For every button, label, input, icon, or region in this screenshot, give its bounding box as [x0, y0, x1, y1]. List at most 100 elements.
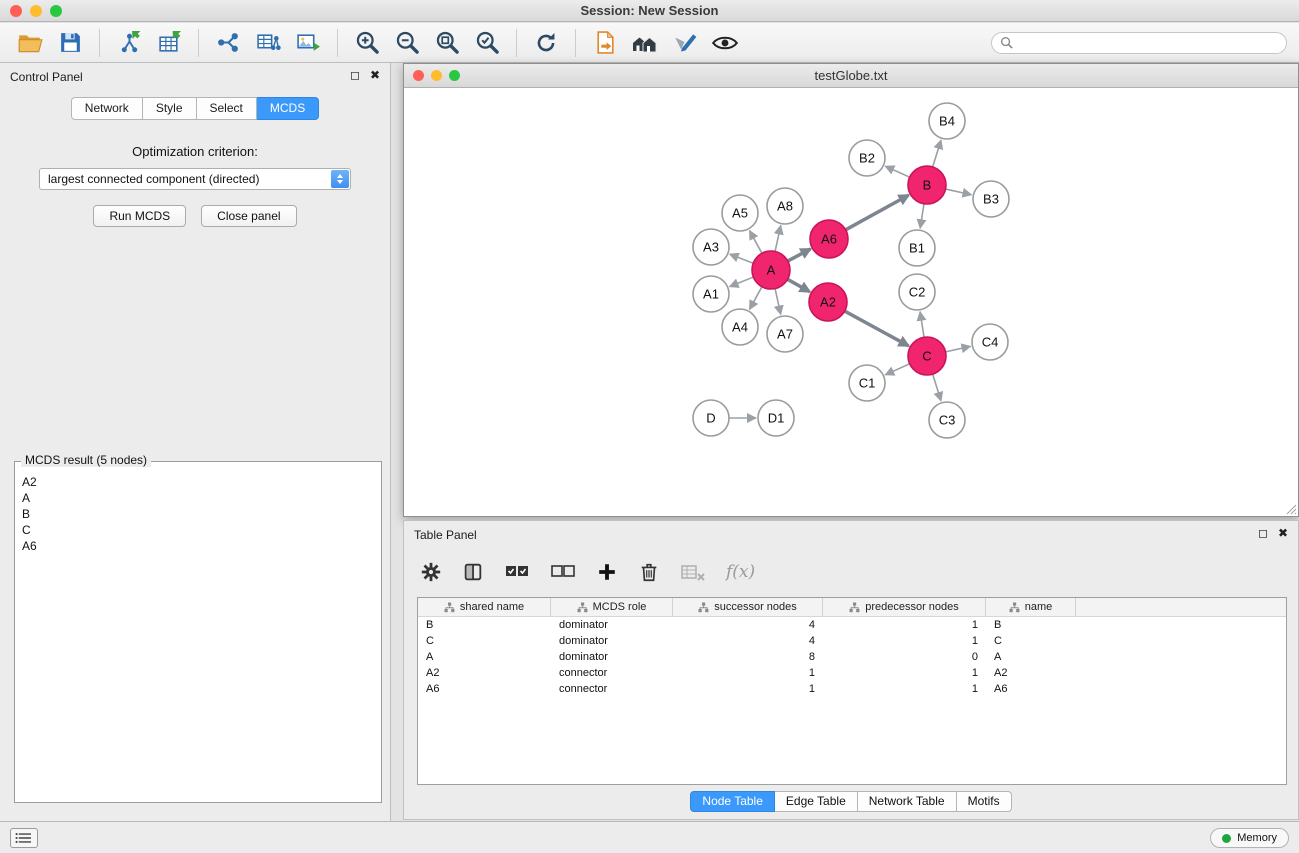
search-input[interactable] [1019, 36, 1278, 50]
function-builder-button[interactable]: f(x) [726, 562, 755, 582]
mcds-result-item[interactable]: B [22, 506, 374, 522]
table-cell[interactable]: 1 [673, 683, 823, 695]
zoom-in-button[interactable] [349, 26, 385, 60]
tab-network-table[interactable]: Network Table [858, 791, 957, 812]
table-cell[interactable]: C [418, 635, 551, 647]
annotation-mode-button[interactable] [667, 26, 703, 60]
close-window-button[interactable] [10, 5, 22, 17]
show-hide-button[interactable] [707, 26, 743, 60]
graph-edge-C-C4[interactable] [946, 346, 971, 352]
graph-edge-B-B2[interactable] [885, 166, 909, 177]
table-settings-button[interactable] [420, 561, 442, 583]
close-panel-icon[interactable]: ✖ [1278, 526, 1288, 540]
table-cell[interactable]: connector [551, 667, 673, 679]
mcds-result-item[interactable]: A6 [22, 538, 374, 554]
network-window-titlebar[interactable]: testGlobe.txt [404, 64, 1298, 88]
table-cell[interactable]: 4 [673, 635, 823, 647]
add-column-button[interactable] [596, 561, 618, 583]
close-panel-button[interactable]: Close panel [201, 205, 296, 227]
table-cell[interactable]: 1 [823, 635, 986, 647]
table-row[interactable]: A2connector11A2 [418, 665, 1286, 681]
graph-edge-A6-B[interactable] [846, 195, 909, 230]
graph-edge-C-C1[interactable] [885, 364, 909, 375]
table-cell[interactable]: 1 [823, 667, 986, 679]
tab-mcds[interactable]: MCDS [257, 97, 319, 120]
network-minimize-button[interactable] [431, 70, 442, 81]
column-header-successor-nodes[interactable]: successor nodes [673, 598, 823, 616]
float-panel-icon[interactable]: ◻ [1258, 526, 1268, 540]
column-header-name[interactable]: name [986, 598, 1076, 616]
tab-node-table[interactable]: Node Table [690, 791, 775, 812]
mcds-result-item[interactable]: A [22, 490, 374, 506]
task-history-button[interactable] [10, 828, 38, 848]
table-row[interactable]: Adominator80A [418, 649, 1286, 665]
deselect-all-button[interactable] [550, 562, 576, 582]
close-panel-icon[interactable]: ✖ [370, 68, 380, 82]
table-cell[interactable]: 1 [823, 619, 986, 631]
table-cell[interactable]: A6 [418, 683, 551, 695]
table-cell[interactable]: A [986, 651, 1076, 663]
import-network-button[interactable] [111, 26, 147, 60]
network-close-button[interactable] [413, 70, 424, 81]
table-cell[interactable]: A2 [418, 667, 551, 679]
graph-edge-A-A5[interactable] [750, 231, 762, 254]
delete-column-button[interactable] [638, 561, 660, 583]
table-cell[interactable]: dominator [551, 619, 673, 631]
network-canvas[interactable]: AA6A2BCA5A8A3A1A4A7B4B2B3B1C2C4C1C3DD1 [404, 88, 1298, 516]
network-maximize-button[interactable] [449, 70, 460, 81]
tab-style[interactable]: Style [143, 97, 197, 120]
graph-edge-A-A6[interactable] [788, 249, 811, 261]
search-box[interactable] [991, 32, 1287, 54]
graph-edge-A2-C[interactable] [845, 311, 909, 346]
table-cell[interactable]: 4 [673, 619, 823, 631]
table-cell[interactable]: 1 [823, 683, 986, 695]
table-row[interactable]: Bdominator41B [418, 617, 1286, 633]
table-cell[interactable]: B [986, 619, 1076, 631]
export-image-button[interactable] [290, 26, 326, 60]
new-network-button[interactable] [210, 26, 246, 60]
graph-edge-C-C3[interactable] [933, 374, 941, 401]
table-cell[interactable]: 8 [673, 651, 823, 663]
zoom-out-button[interactable] [389, 26, 425, 60]
table-cell[interactable]: connector [551, 683, 673, 695]
mcds-result-item[interactable]: A2 [22, 474, 374, 490]
resize-grip-icon[interactable] [1285, 503, 1297, 515]
table-cell[interactable]: C [986, 635, 1076, 647]
table-cell[interactable]: 1 [673, 667, 823, 679]
table-cell[interactable]: A6 [986, 683, 1076, 695]
select-all-button[interactable] [504, 562, 530, 582]
column-header-shared-name[interactable]: shared name [418, 598, 551, 616]
graph-edge-B-B3[interactable] [946, 189, 972, 195]
import-table-button[interactable] [151, 26, 187, 60]
maximize-window-button[interactable] [50, 5, 62, 17]
minimize-window-button[interactable] [30, 5, 42, 17]
table-row[interactable]: A6connector11A6 [418, 681, 1286, 697]
table-cell[interactable]: A [418, 651, 551, 663]
table-row[interactable]: Cdominator41C [418, 633, 1286, 649]
save-session-button[interactable] [52, 26, 88, 60]
zoom-selected-button[interactable] [469, 26, 505, 60]
tab-select[interactable]: Select [197, 97, 257, 120]
graph-edge-A-A4[interactable] [750, 287, 762, 310]
graph-edge-B-B4[interactable] [933, 140, 941, 167]
new-table-button[interactable] [250, 26, 286, 60]
refresh-button[interactable] [528, 26, 564, 60]
mcds-result-item[interactable]: C [22, 522, 374, 538]
graph-edge-A-A1[interactable] [730, 277, 754, 287]
run-mcds-button[interactable]: Run MCDS [93, 205, 186, 227]
column-selector-button[interactable] [462, 561, 484, 583]
criterion-dropdown[interactable]: largest connected component (directed) [39, 168, 351, 190]
graph-edge-A-A7[interactable] [775, 289, 781, 315]
graph-edge-A-A2[interactable] [788, 279, 810, 291]
tab-motifs[interactable]: Motifs [957, 791, 1012, 812]
graph-edge-B-B1[interactable] [920, 204, 924, 228]
table-cell[interactable]: B [418, 619, 551, 631]
float-panel-icon[interactable]: ◻ [350, 68, 360, 82]
memory-button[interactable]: Memory [1210, 828, 1289, 848]
column-header-mcds-role[interactable]: MCDS role [551, 598, 673, 616]
zoom-fit-button[interactable] [429, 26, 465, 60]
table-cell[interactable]: dominator [551, 651, 673, 663]
graph-edge-A-A3[interactable] [730, 254, 754, 263]
home-button[interactable] [627, 26, 663, 60]
graph-edge-C-C2[interactable] [920, 312, 924, 337]
